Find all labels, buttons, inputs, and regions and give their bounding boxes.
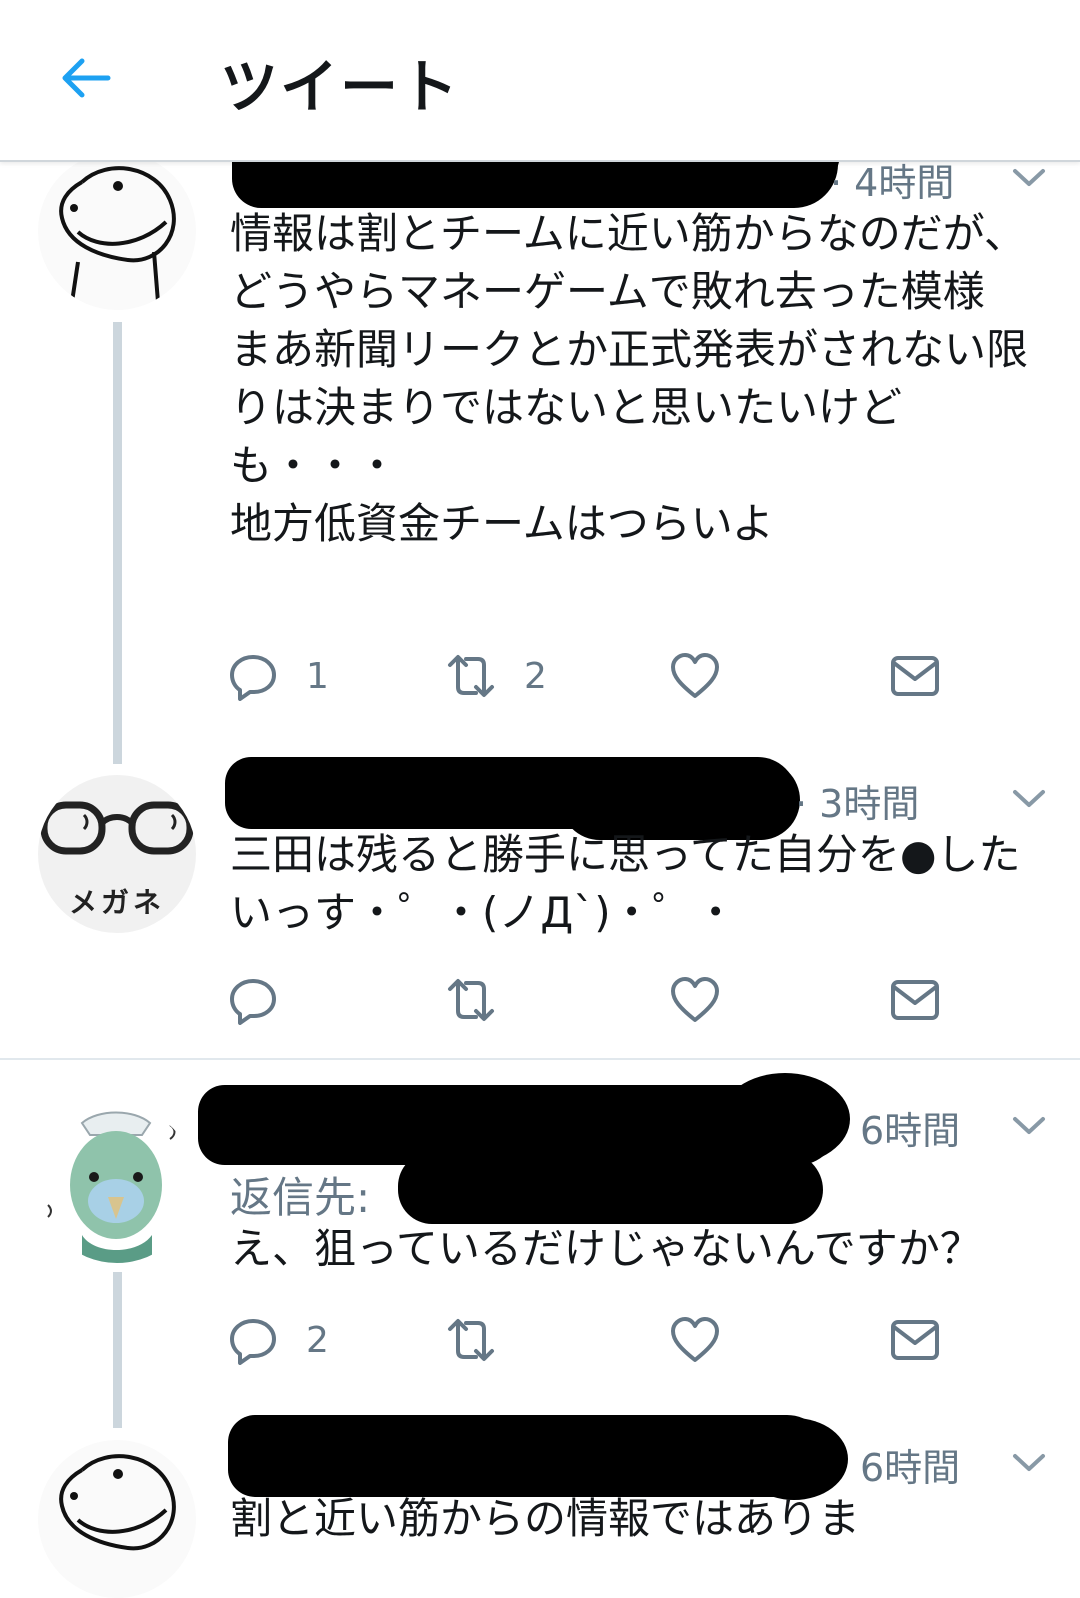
reply-button[interactable]: 2 xyxy=(228,1312,329,1368)
dm-button[interactable] xyxy=(890,972,940,1028)
like-icon xyxy=(671,653,719,698)
tweet-time: · 3時間 xyxy=(795,782,920,826)
page-title: ツイート xyxy=(220,53,461,121)
tweet-text: 情報は割とチームに近い筋からなのだが、どうやらマネーゲームで敗れ去った模様 まあ… xyxy=(230,209,1029,548)
dm-icon xyxy=(891,980,939,1020)
back-button[interactable] xyxy=(56,48,116,108)
parakeet-icon xyxy=(47,1111,176,1263)
reply-button[interactable]: 1 xyxy=(228,648,329,704)
top-bar: ツイート xyxy=(0,0,1080,162)
dm-icon xyxy=(891,656,939,696)
tweet-actions xyxy=(228,972,968,1028)
like-icon xyxy=(671,1317,719,1362)
redacted-username xyxy=(228,1415,828,1497)
retweet-button[interactable]: 2 xyxy=(446,648,547,704)
tweet-text: え、狙っているだけじゃないんですか？ xyxy=(230,1224,982,1273)
avatar[interactable] xyxy=(38,1440,196,1598)
chevron-down-icon xyxy=(1013,169,1045,186)
tweet-text: 三田は残ると勝手に思ってた自分を●したいっす・゜・(ノД`)・゜・ xyxy=(230,830,1021,937)
like-button[interactable] xyxy=(670,972,720,1028)
reply-count: 1 xyxy=(306,655,329,697)
retweet-icon xyxy=(448,1319,494,1361)
tweet-time: 6時間 xyxy=(860,1446,961,1490)
replying-to-label: 返信先: xyxy=(230,1173,371,1222)
chevron-down-icon xyxy=(1013,1454,1045,1471)
retweet-icon xyxy=(448,655,494,697)
reply-button[interactable] xyxy=(228,972,278,1028)
tweet-menu-button[interactable] xyxy=(1012,1452,1046,1474)
like-icon xyxy=(671,977,719,1022)
avatar[interactable] xyxy=(38,1105,196,1263)
retweet-button[interactable] xyxy=(446,1312,496,1368)
reply-icon xyxy=(230,1319,276,1365)
avatar[interactable]: メガネ xyxy=(38,775,196,933)
dm-button[interactable] xyxy=(890,1312,940,1368)
chevron-down-icon xyxy=(1013,790,1045,807)
redacted-reply-target xyxy=(398,1152,823,1224)
tweet-text: 割と近い筋からの情報ではありま xyxy=(230,1494,861,1543)
tweet-menu-button[interactable] xyxy=(1012,788,1046,810)
tweet-menu-button[interactable] xyxy=(1012,1115,1046,1137)
chevron-down-icon xyxy=(1013,1117,1045,1134)
retweet-button[interactable] xyxy=(446,972,496,1028)
dm-button[interactable] xyxy=(890,648,940,704)
doodle-face-icon xyxy=(59,1454,176,1551)
dm-icon xyxy=(891,1320,939,1360)
doodle-face-icon xyxy=(59,166,176,303)
retweet-icon xyxy=(448,979,494,1021)
tweet-menu-button[interactable] xyxy=(1012,167,1046,189)
reply-icon xyxy=(230,979,276,1025)
tweet-actions: 2 xyxy=(228,1312,968,1368)
reply-icon xyxy=(230,655,276,701)
back-arrow-icon xyxy=(62,58,111,98)
like-button[interactable] xyxy=(670,1312,720,1368)
conversation-divider xyxy=(0,1058,1080,1060)
tweet-actions: 1 2 xyxy=(228,648,968,704)
avatar-label: メガネ xyxy=(68,886,165,919)
retweet-count: 2 xyxy=(524,655,547,697)
avatar[interactable] xyxy=(38,152,196,310)
redacted-username-blob xyxy=(740,1418,848,1500)
reply-count: 2 xyxy=(306,1319,329,1361)
tweet-time: 6時間 xyxy=(860,1109,961,1153)
thread-line xyxy=(113,1272,122,1428)
thread-line xyxy=(113,322,122,764)
like-button[interactable] xyxy=(670,648,720,704)
